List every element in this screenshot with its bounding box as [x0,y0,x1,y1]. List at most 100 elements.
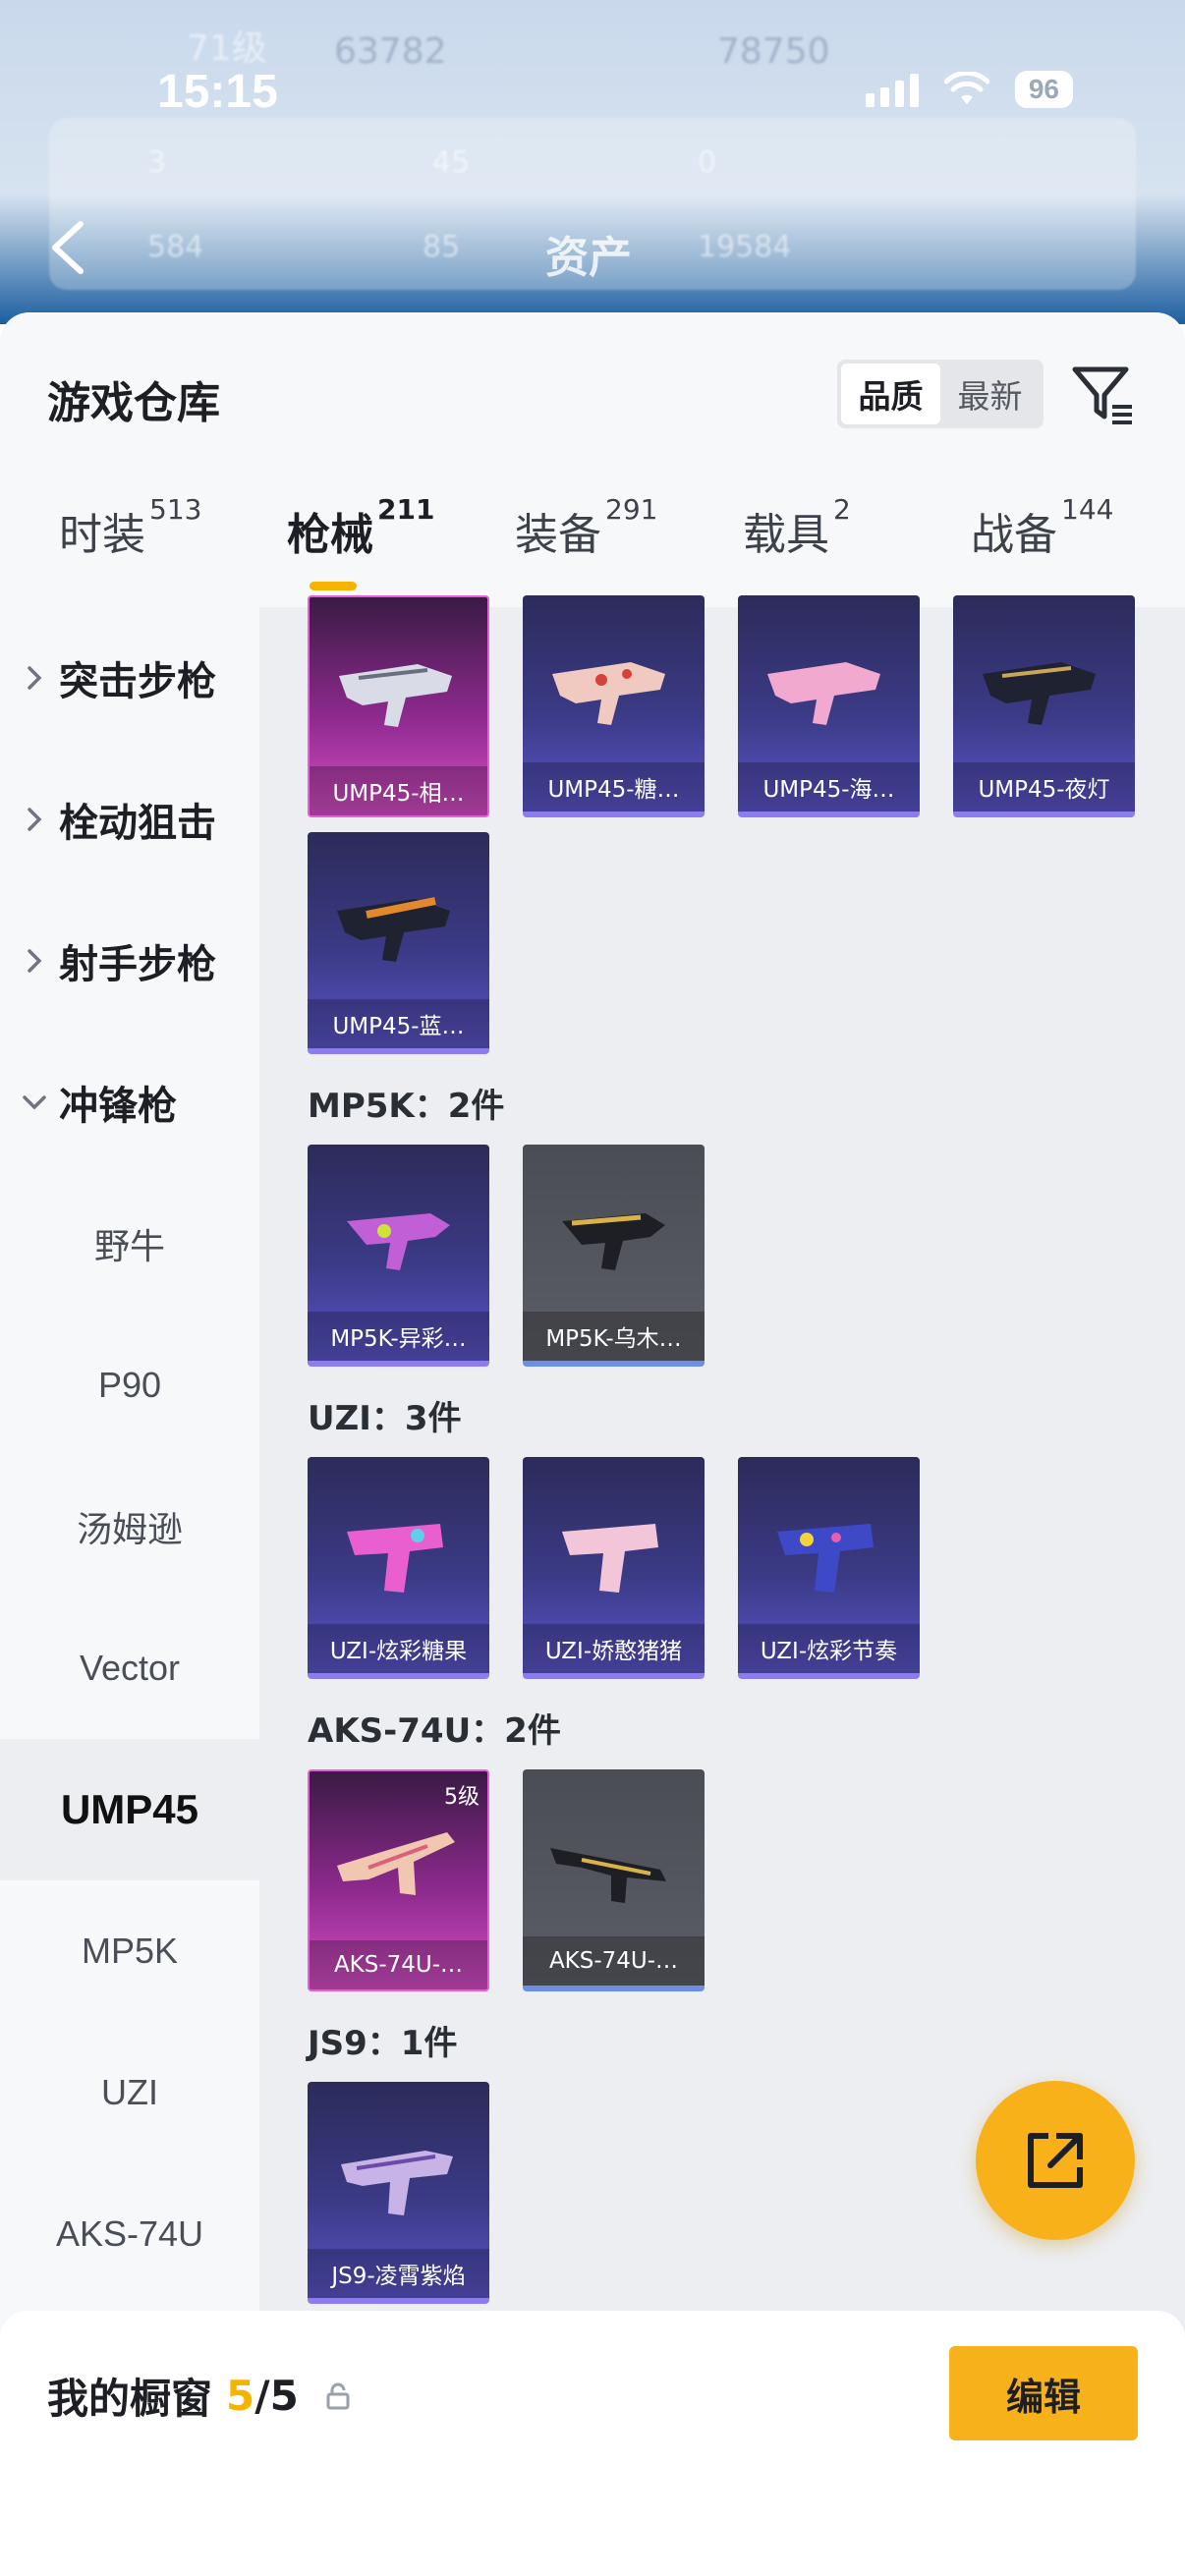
chevron-down-icon [0,1092,59,1112]
sort-newest-button[interactable]: 最新 [940,364,1040,424]
weapon-card[interactable]: AKS-74U-… [523,1769,705,1991]
weapon-card[interactable]: UZI-娇憨猪猪 [523,1457,705,1679]
showcase-title: 我的橱窗 5 /5 [47,2366,352,2426]
group-label-aks74u: AKS-74U：2件 [308,1711,561,1751]
sort-toggle: 品质 最新 [837,360,1044,428]
sidebar-item-thompson[interactable]: 汤姆逊 [0,1456,259,1597]
weapon-grid: UMP45-相… UMP45-糖… UMP45-海… UMP45-夜灯 UMP4… [259,595,1185,2572]
ghost-stat-5: 85 [423,230,461,264]
tab-active-indicator [310,582,357,590]
category-tabs: 时装513 枪械211 装备291 载具2 战备144 [0,493,1185,597]
tab-label: 枪械 [287,510,373,560]
tab-equipment[interactable]: 装备291 [515,493,657,562]
tab-label: 装备 [515,510,601,560]
background-header: 71级 63782 78750 3 45 0 584 85 19584 15:1… [0,0,1185,324]
tab-label: 战备 [971,510,1057,560]
weapon-card[interactable]: UMP45-夜灯 [953,595,1135,817]
weapon-name: MP5K-异彩… [308,1312,489,1361]
status-time: 15:15 [157,66,278,118]
weapon-card[interactable]: UZI-炫彩糖果 [308,1457,489,1679]
ghost-stat-4: 584 [147,230,204,264]
weapon-card[interactable]: MP5K-异彩… [308,1145,489,1367]
weapon-card[interactable]: MP5K-乌木… [523,1145,705,1367]
tab-vehicles[interactable]: 载具2 [743,493,851,562]
sidebar-item-aks74u[interactable]: AKS-74U [0,2163,259,2305]
tab-guns[interactable]: 枪械211 [287,493,434,562]
weapon-card[interactable]: JS9-凌霄紫焰 [308,2082,489,2304]
ghost-stat-1: 3 [147,145,167,180]
category-label: 冲锋枪 [59,1084,177,1129]
showcase-total: /5 [254,2372,299,2420]
sort-quality-button[interactable]: 品质 [841,364,940,424]
weapon-card[interactable]: UMP45-海… [738,595,920,817]
share-button[interactable] [976,2081,1135,2240]
wifi-icon [943,72,989,104]
showcase-bar: 我的橱窗 5 /5 编辑 [0,2311,1185,2576]
warehouse-title: 游戏仓库 [47,378,220,428]
group-label-js9: JS9：1件 [308,2024,458,2063]
tab-fashion[interactable]: 时装513 [59,493,201,562]
sidebar-item-p90[interactable]: P90 [0,1315,259,1456]
signal-icon [865,72,919,107]
weapon-name: AKS-74U-… [310,1940,487,1989]
sidebar-category-bolt-sniper[interactable]: 栓动狙击 [0,749,259,890]
gun-skin-icon [550,1848,666,1903]
showcase-label: 我的橱窗 [47,2375,213,2423]
sidebar-category-assault-rifle[interactable]: 突击步枪 [0,607,259,749]
edit-button[interactable]: 编辑 [949,2346,1138,2440]
gun-skin-icon [777,1524,874,1593]
sidebar-category-smg[interactable]: 冲锋枪 [0,1032,259,1173]
weapon-name: UMP45-夜灯 [953,762,1135,812]
share-icon [1028,2133,1083,2188]
weapon-card[interactable]: 5级 AKS-74U-… [308,1769,489,1991]
chevron-right-icon [0,947,59,975]
gun-skin-icon [552,662,665,725]
category-label: 突击步枪 [59,659,216,704]
gun-skin-icon [767,662,880,725]
ghost-stat-3: 0 [698,145,717,180]
ghost-stat-6: 19584 [698,230,792,264]
sidebar-item-bizon[interactable]: 野牛 [0,1173,259,1315]
gun-skin-icon [337,1832,455,1895]
weapon-name: AKS-74U-… [523,1936,705,1986]
sidebar-item-uzi[interactable]: UZI [0,2022,259,2163]
tab-count: 211 [377,493,435,526]
group-label-mp5k: MP5K：2件 [308,1087,505,1126]
warehouse-sheet: 游戏仓库 品质 最新 时装513 枪械211 装备291 载具2 战备144 突… [0,312,1185,2576]
ghost-level: 71级 [187,28,267,69]
filter-icon[interactable] [1069,360,1138,428]
tab-count: 144 [1061,493,1114,526]
weapon-card[interactable]: UZI-炫彩节奏 [738,1457,920,1679]
weapon-card[interactable]: UMP45-蓝… [308,832,489,1054]
gun-skin-icon [339,664,452,727]
sidebar-item-mp5k[interactable]: MP5K [0,1880,259,2022]
gun-skin-icon [337,897,450,962]
weapon-name: UMP45-海… [738,762,920,812]
weapon-name: MP5K-乌木… [523,1312,705,1361]
weapon-level-badge: 5级 [444,1785,480,1810]
ghost-stat-2: 45 [432,145,471,180]
sidebar-category-marksman-rifle[interactable]: 射手步枪 [0,890,259,1032]
ghost-points: 78750 [717,31,830,72]
ghost-score: 63782 [334,31,447,72]
weapon-card[interactable]: UMP45-相… [308,595,489,817]
status-icons: 96 [865,71,1073,108]
sidebar-item-ump45[interactable]: UMP45 [0,1739,259,1880]
battery-indicator: 96 [1014,71,1073,108]
category-label: 射手步枪 [59,942,216,987]
chevron-right-icon [0,664,59,692]
tab-count: 291 [605,493,658,526]
gun-skin-icon [341,2151,453,2215]
back-arrow-icon[interactable] [43,218,92,277]
gun-skin-icon [347,1524,443,1593]
gun-skin-icon [562,1524,658,1593]
weapon-card[interactable]: UMP45-糖… [523,595,705,817]
weapon-name: UZI-炫彩糖果 [308,1624,489,1673]
showcase-count: 5 [226,2372,255,2420]
tab-supplies[interactable]: 战备144 [971,493,1113,562]
sidebar: 突击步枪 栓动狙击 射手步枪 冲锋枪 野牛 P90 汤姆逊 Vector UMP… [0,607,259,2572]
tab-label: 载具 [743,510,829,560]
sidebar-item-vector[interactable]: Vector [0,1597,259,1739]
group-label-uzi: UZI：3件 [308,1399,462,1438]
tab-count: 513 [149,493,202,526]
